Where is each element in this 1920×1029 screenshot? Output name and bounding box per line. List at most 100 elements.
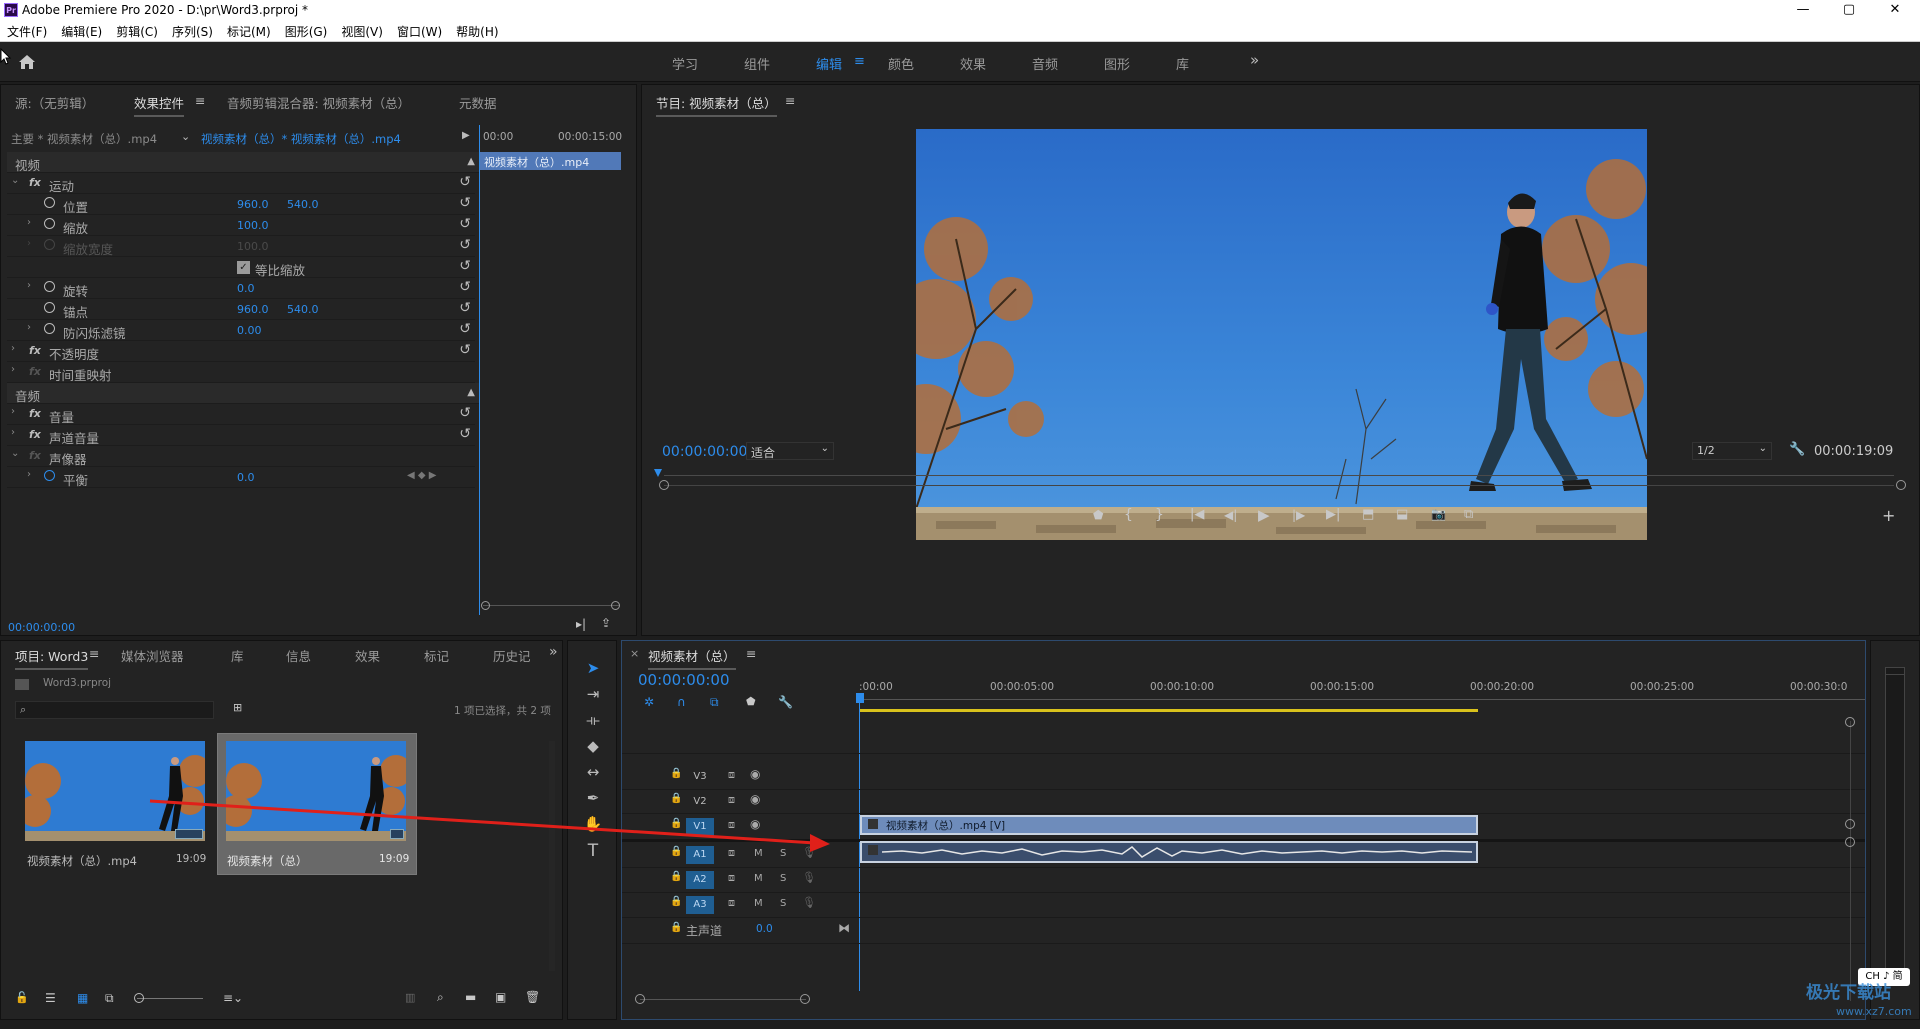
track-v3-label[interactable]: V3 (686, 768, 714, 786)
tab-history[interactable]: 历史记 (493, 646, 531, 665)
ec-timecode[interactable]: 00:00:00:00 (8, 621, 75, 634)
menu-graphics[interactable]: 图形(G) (278, 20, 335, 40)
reset-icon[interactable]: ↺ (459, 321, 471, 337)
icon-view-icon[interactable]: ▦ (77, 991, 88, 1005)
ec-zoom-handle-right[interactable] (611, 601, 620, 610)
keyframe-nav-icon[interactable]: ◀ ◆ ▶ (407, 470, 436, 481)
automate-icon[interactable]: ▥ (405, 991, 415, 1004)
project-item-thumbnail[interactable] (25, 741, 205, 841)
audio-clip[interactable] (860, 841, 1478, 863)
track-select-tool-icon[interactable]: ⇥ (583, 685, 603, 705)
selection-tool-icon[interactable]: ➤ (583, 659, 603, 679)
stopwatch-icon[interactable] (44, 470, 55, 481)
solo-button[interactable]: S (780, 848, 786, 859)
ec-clip-bar[interactable]: 视频素材（总）.mp4 (480, 152, 621, 170)
zoom-handle-left[interactable] (635, 994, 645, 1004)
sync-lock-icon[interactable]: ⧈ (728, 793, 735, 807)
sequence-clip-label[interactable]: 视频素材（总）* 视频素材（总）.mp4 (201, 131, 401, 147)
rotation-value[interactable]: 0.0 (237, 282, 255, 295)
scroll-handle[interactable] (1845, 717, 1855, 727)
mark-out-icon[interactable]: } (1155, 507, 1164, 523)
new-search-bin-icon[interactable]: ⊞ (233, 701, 242, 714)
close-tab-icon[interactable]: × (630, 647, 639, 660)
solo-button[interactable]: S (780, 873, 786, 884)
collapse-up-icon[interactable]: ▲ (467, 156, 475, 167)
scroll-handle[interactable] (1845, 837, 1855, 847)
freeform-view-icon[interactable]: ⧉ (105, 991, 114, 1006)
close-button[interactable]: ✕ (1872, 0, 1918, 20)
wrench-icon[interactable]: 🔧 (1789, 442, 1805, 457)
stopwatch-icon[interactable] (44, 281, 55, 292)
list-view-icon[interactable]: ☰ (45, 991, 56, 1005)
tab-libraries[interactable]: 库 (231, 646, 244, 665)
menu-clip[interactable]: 剪辑(C) (109, 20, 165, 40)
panel-menu-icon[interactable]: ≡ (89, 646, 99, 661)
panel-menu-icon[interactable]: ≡ (195, 93, 205, 108)
workspace-libraries[interactable]: 库 (1176, 54, 1189, 73)
sync-lock-icon[interactable]: ⧈ (728, 871, 735, 885)
project-search-input[interactable]: ⌕ (15, 701, 214, 719)
solo-button[interactable]: S (780, 898, 786, 909)
project-item-name[interactable]: 视频素材（总） (227, 853, 308, 869)
chevron-down-icon[interactable]: ⌄ (181, 130, 190, 143)
menu-help[interactable]: 帮助(H) (449, 20, 505, 40)
program-monitor-title[interactable]: 节目: 视频素材（总） (656, 93, 777, 117)
scroll-handle[interactable] (1845, 819, 1855, 829)
fx-icon[interactable]: fx (29, 428, 41, 441)
reset-icon[interactable]: ↺ (459, 174, 471, 190)
chevron-right-icon[interactable]: › (27, 280, 31, 291)
workspace-learn[interactable]: 学习 (672, 54, 698, 73)
search-icon[interactable]: ⌕ (437, 990, 444, 1005)
add-marker-icon[interactable]: ⬟ (1093, 508, 1103, 522)
anchor-y-value[interactable]: 540.0 (287, 303, 319, 316)
filter-icon[interactable]: ▸| (576, 617, 586, 631)
mic-icon[interactable]: 🎙 (802, 896, 816, 909)
add-button-icon[interactable]: + (1882, 506, 1895, 525)
compare-view-icon[interactable]: ⧉ (1464, 507, 1473, 522)
nest-icon[interactable]: ✲ (644, 695, 654, 709)
chevron-right-icon[interactable]: › (11, 364, 15, 375)
new-item-icon[interactable]: ▣ (495, 990, 506, 1004)
mute-button[interactable]: M (754, 898, 763, 909)
tab-metadata[interactable]: 元数据 (459, 93, 497, 112)
chevron-right-icon[interactable]: › (11, 343, 15, 354)
reset-icon[interactable]: ↺ (459, 237, 471, 253)
panel-menu-icon[interactable]: ≡ (785, 93, 795, 108)
tab-media-browser[interactable]: 媒体浏览器 (121, 646, 184, 665)
sync-lock-icon[interactable]: ⧈ (728, 818, 735, 832)
chevron-down-icon[interactable]: ⌄ (11, 448, 19, 459)
reset-icon[interactable]: ↺ (459, 195, 471, 211)
project-scrollbar[interactable] (549, 741, 555, 971)
workspace-editing[interactable]: 编辑 (816, 54, 842, 73)
track-a1-label[interactable]: A1 (686, 846, 714, 864)
workspace-overflow-button[interactable]: » (1250, 51, 1259, 69)
track-v1-label[interactable]: V1 (686, 818, 714, 836)
slip-tool-icon[interactable]: ↔ (583, 763, 603, 783)
step-back-icon[interactable]: ◀| (1224, 508, 1237, 522)
more-tabs-icon[interactable]: » (549, 644, 558, 660)
chevron-right-icon[interactable]: › (11, 427, 15, 438)
chevron-down-icon[interactable]: ⌄ (11, 175, 19, 186)
mark-in-icon[interactable]: { (1124, 507, 1133, 523)
reset-icon[interactable]: ↺ (459, 258, 471, 274)
type-tool-icon[interactable]: T (583, 841, 603, 861)
stopwatch-icon[interactable] (44, 323, 55, 334)
snap-icon[interactable]: ∩ (677, 695, 686, 709)
timeline-ruler-ticks[interactable] (860, 699, 1865, 700)
camera-icon[interactable]: 📷 (1431, 507, 1446, 521)
workspace-menu-icon[interactable]: ≡ (854, 54, 865, 69)
eye-icon[interactable]: ◉ (750, 767, 760, 781)
reset-icon[interactable]: ↺ (459, 426, 471, 442)
anchor-x-value[interactable]: 960.0 (237, 303, 269, 316)
reset-icon[interactable]: ↺ (459, 216, 471, 232)
step-forward-icon[interactable]: |▶ (1292, 508, 1305, 522)
master-clip-label[interactable]: 主要 * 视频素材（总）.mp4 (11, 131, 157, 147)
pen-tool-icon[interactable]: ✒ (583, 789, 603, 809)
export-icon[interactable]: ⇪ (601, 616, 611, 630)
fit-select[interactable]: 适合 ⌄ (746, 442, 834, 460)
lock-icon[interactable]: 🔒 (670, 871, 682, 882)
flicker-value[interactable]: 0.00 (237, 324, 262, 337)
track-a3-label[interactable]: A3 (686, 896, 714, 914)
workspace-graphics[interactable]: 图形 (1104, 54, 1130, 73)
tab-info[interactable]: 信息 (286, 646, 311, 665)
